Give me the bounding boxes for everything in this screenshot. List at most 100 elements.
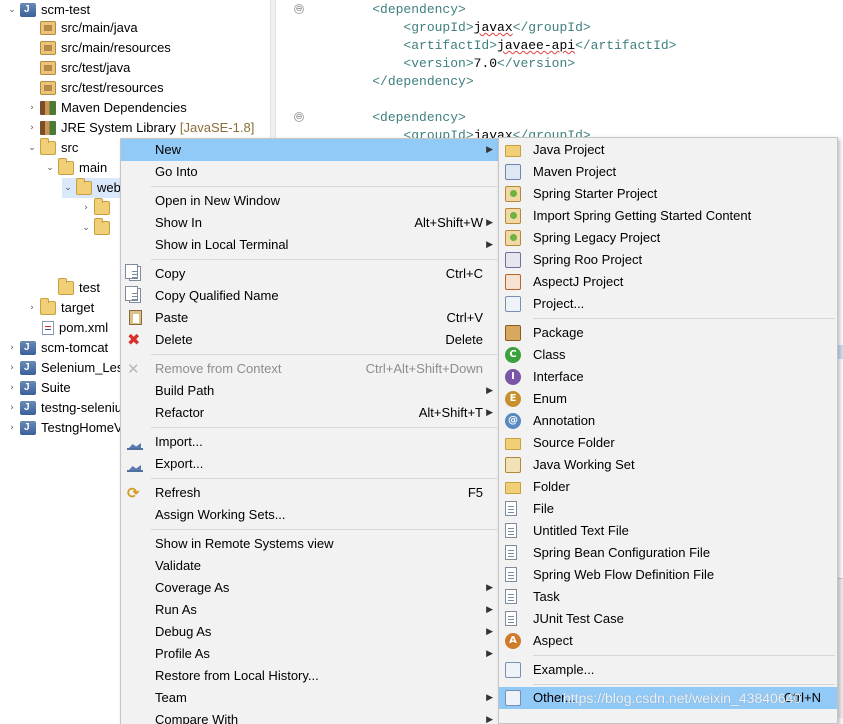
tree-item-testng-selenium[interactable]: › testng-seleniu [6, 398, 122, 418]
tree-item-web-child-1[interactable]: › [80, 198, 115, 218]
submenu-item-java-project[interactable]: Java Project [499, 139, 837, 161]
tree-item-label: testng-seleniu [41, 400, 122, 415]
menu-item-copy-qualified-name[interactable]: Copy Qualified Name [121, 285, 499, 307]
tree-item-src-main-java[interactable]: src/main/java [26, 18, 138, 38]
tree-item-scm-tomcat[interactable]: › scm-tomcat [6, 338, 108, 358]
menu-item-run-as[interactable]: Run As ▶ [121, 599, 499, 621]
submenu-item-example[interactable]: Example... [499, 659, 837, 681]
submenu-item-spring-bean-config[interactable]: Spring Bean Configuration File [499, 542, 837, 564]
menu-item-restore-from-local-history[interactable]: Restore from Local History... [121, 665, 499, 687]
collapsed-chevron-icon[interactable]: › [26, 98, 38, 118]
tree-item-suite[interactable]: › Suite [6, 378, 70, 398]
tree-item-web-selected[interactable]: ⌄ web [62, 178, 122, 198]
menu-item-show-in-remote-systems[interactable]: Show in Remote Systems view [121, 533, 499, 555]
menu-item-team[interactable]: Team ▶ [121, 687, 499, 709]
submenu-item-package[interactable]: Package [499, 322, 837, 344]
tree-item-jre-system-library[interactable]: › JRE System Library [JavaSE-1.8] [26, 118, 254, 138]
menu-item-refresh[interactable]: ⟳ Refresh F5 [121, 482, 499, 504]
submenu-item-project[interactable]: Project... [499, 293, 837, 315]
fold-toggle-icon[interactable]: ⊖ [294, 112, 304, 122]
tree-item-src-test-java[interactable]: src/test/java [26, 58, 130, 78]
tree-item-src-test-resources[interactable]: src/test/resources [26, 78, 164, 98]
expanded-chevron-icon[interactable]: ⌄ [26, 138, 38, 158]
submenu-item-untitled-text-file[interactable]: Untitled Text File [499, 520, 837, 542]
tree-item-pom-xml[interactable]: pom.xml [26, 318, 108, 338]
submenu-item-aspect[interactable]: A Aspect [499, 630, 837, 652]
tree-item-testng-home[interactable]: › TestngHomeV [6, 418, 122, 438]
submenu-item-annotation[interactable]: @ Annotation [499, 410, 837, 432]
menu-item-new[interactable]: New ▶ [121, 139, 499, 161]
tree-item-selenium-les[interactable]: › Selenium_Les [6, 358, 123, 378]
menu-item-delete[interactable]: ✖ Delete Delete [121, 329, 499, 351]
collapsed-chevron-icon[interactable]: › [6, 418, 18, 438]
tree-item-label: web [97, 180, 121, 195]
expanded-chevron-icon[interactable]: ⌄ [44, 158, 56, 178]
menu-item-refactor[interactable]: Refactor Alt+Shift+T ▶ [121, 402, 499, 424]
submenu-item-interface[interactable]: I Interface [499, 366, 837, 388]
menu-item-build-path[interactable]: Build Path ▶ [121, 380, 499, 402]
submenu-item-class[interactable]: C Class [499, 344, 837, 366]
submenu-item-spring-legacy-project[interactable]: Spring Legacy Project [499, 227, 837, 249]
expanded-chevron-icon[interactable]: ⌄ [62, 178, 74, 198]
collapsed-chevron-icon[interactable]: › [6, 398, 18, 418]
menu-item-go-into[interactable]: Go Into [121, 161, 499, 183]
collapsed-chevron-icon[interactable]: › [80, 198, 92, 218]
collapsed-chevron-icon[interactable]: › [26, 118, 38, 138]
menu-separator [533, 655, 835, 656]
menu-item-paste[interactable]: Paste Ctrl+V [121, 307, 499, 329]
source-folder-icon [40, 81, 56, 95]
tree-item-main[interactable]: ⌄ main [44, 158, 107, 178]
collapsed-chevron-icon[interactable]: › [6, 378, 18, 398]
text-file-icon [505, 523, 517, 538]
java-project-icon [20, 418, 36, 438]
folder-icon [94, 198, 110, 215]
menu-item-coverage-as[interactable]: Coverage As ▶ [121, 577, 499, 599]
expanded-chevron-icon[interactable]: ⌄ [6, 0, 18, 20]
fold-toggle-icon[interactable]: ⊖ [294, 4, 304, 14]
export-icon [127, 456, 143, 472]
submenu-item-java-working-set[interactable]: Java Working Set [499, 454, 837, 476]
tree-item-label: test [79, 280, 100, 295]
submenu-item-spring-web-flow[interactable]: Spring Web Flow Definition File [499, 564, 837, 586]
submenu-item-task[interactable]: Task [499, 586, 837, 608]
menu-separator [151, 427, 497, 428]
expanded-chevron-icon[interactable]: ⌄ [80, 218, 92, 238]
tree-item-web-child-2[interactable]: ⌄ [80, 218, 115, 238]
tree-item-maven-dependencies[interactable]: › Maven Dependencies [26, 98, 187, 118]
tree-item-scm-test[interactable]: ⌄ scm-test [6, 0, 90, 20]
submenu-item-enum[interactable]: E Enum [499, 388, 837, 410]
submenu-item-junit-test-case[interactable]: JUnit Test Case [499, 608, 837, 630]
submenu-item-aspectj-project[interactable]: AspectJ Project [499, 271, 837, 293]
menu-item-open-in-new-window[interactable]: Open in New Window [121, 190, 499, 212]
submenu-arrow-icon: ▶ [486, 386, 493, 396]
spring-starter-icon [505, 186, 521, 202]
submenu-item-spring-starter-project[interactable]: Spring Starter Project [499, 183, 837, 205]
submenu-item-import-spring-content[interactable]: Import Spring Getting Started Content [499, 205, 837, 227]
spring-legacy-icon [505, 230, 521, 246]
tree-item-label: main [79, 160, 108, 175]
submenu-item-spring-roo-project[interactable]: Spring Roo Project [499, 249, 837, 271]
tree-item-src[interactable]: ⌄ src [26, 138, 78, 158]
menu-item-show-in-local-terminal[interactable]: Show in Local Terminal ▶ [121, 234, 499, 256]
menu-item-export[interactable]: Export... [121, 453, 499, 475]
menu-item-profile-as[interactable]: Profile As ▶ [121, 643, 499, 665]
collapsed-chevron-icon[interactable]: › [6, 338, 18, 358]
menu-item-compare-with[interactable]: Compare With ▶ [121, 709, 499, 724]
submenu-item-maven-project[interactable]: Maven Project [499, 161, 837, 183]
menu-item-debug-as[interactable]: Debug As ▶ [121, 621, 499, 643]
collapsed-chevron-icon[interactable]: › [26, 298, 38, 318]
menu-item-validate[interactable]: Validate [121, 555, 499, 577]
collapsed-chevron-icon[interactable]: › [6, 358, 18, 378]
menu-item-show-in[interactable]: Show In Alt+Shift+W ▶ [121, 212, 499, 234]
submenu-item-source-folder[interactable]: Source Folder [499, 432, 837, 454]
submenu-arrow-icon: ▶ [486, 627, 493, 637]
menu-item-copy[interactable]: Copy Ctrl+C [121, 263, 499, 285]
submenu-item-file[interactable]: File [499, 498, 837, 520]
menu-separator [151, 354, 497, 355]
submenu-item-folder[interactable]: Folder [499, 476, 837, 498]
tree-item-target[interactable]: › target [26, 298, 94, 318]
tree-item-test[interactable]: test [44, 278, 100, 298]
menu-item-assign-working-sets[interactable]: Assign Working Sets... [121, 504, 499, 526]
menu-item-import[interactable]: Import... [121, 431, 499, 453]
tree-item-src-main-resources[interactable]: src/main/resources [26, 38, 171, 58]
